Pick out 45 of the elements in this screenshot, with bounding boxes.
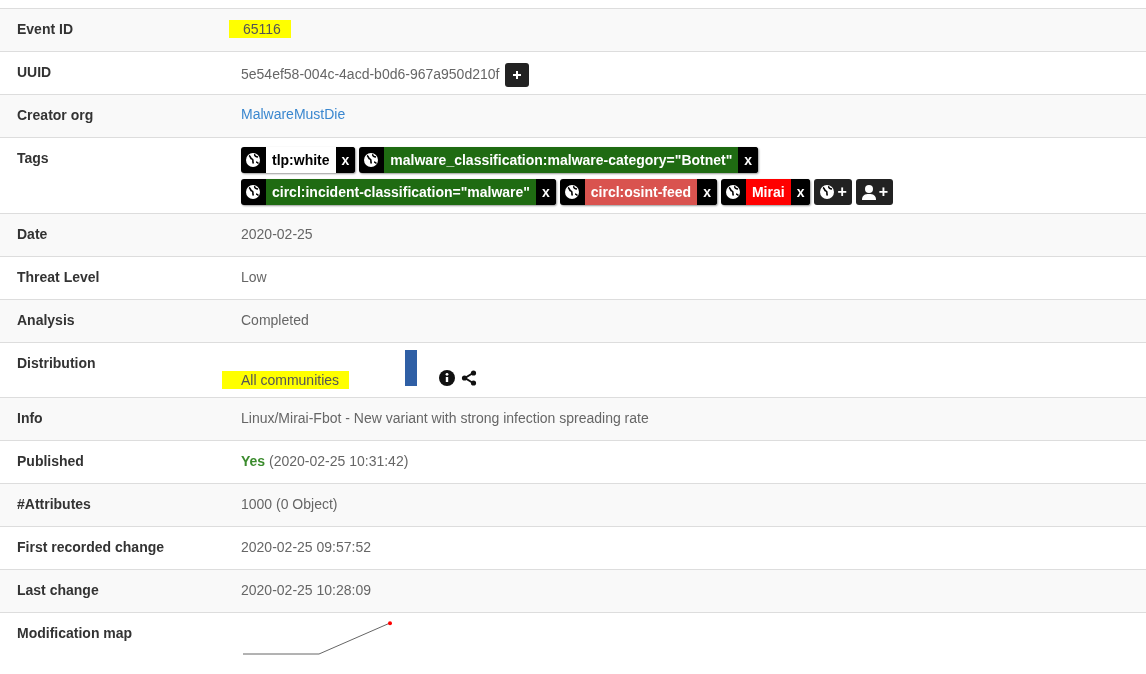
tag: circl:osint-feed x <box>559 179 717 205</box>
distribution-value: All communities <box>222 371 350 389</box>
info-icon[interactable] <box>439 370 456 386</box>
remove-tag-button[interactable]: x <box>335 147 356 173</box>
tag: Mirai x <box>720 179 811 205</box>
tag: tlp:white x <box>241 147 356 173</box>
share-icon[interactable] <box>461 370 478 386</box>
field-label: Last change <box>16 581 100 600</box>
tag: circl:incident-classification="malware" x <box>241 179 556 205</box>
field-value: 2020-02-25 <box>241 225 313 243</box>
field-label: Creator org <box>16 106 95 125</box>
remove-tag-button[interactable]: x <box>536 179 556 205</box>
field-label: Event ID <box>16 20 74 39</box>
field-value: Completed <box>241 311 309 329</box>
remove-tag-button[interactable]: x <box>790 179 811 205</box>
field-label: Date <box>16 225 49 244</box>
field-value: 65116 <box>229 20 291 38</box>
field-label: Threat Level <box>16 268 101 287</box>
field-label: Analysis <box>16 311 76 330</box>
add-user-tag-button[interactable]: + <box>855 179 894 205</box>
field-label: Tags <box>16 149 50 168</box>
user-icon <box>860 184 877 200</box>
plus-icon <box>512 70 523 80</box>
field-value: 2020-02-25 10:28:09 <box>241 581 371 599</box>
uuid-value: 5e54ef58-004c-4acd-b0d6-967a950d210f <box>241 64 500 83</box>
field-label: UUID <box>16 63 53 82</box>
field-label: Modification map <box>16 624 134 643</box>
field-label: Info <box>16 409 44 428</box>
field-value: Low <box>241 268 267 286</box>
field-label: First recorded change <box>16 538 166 557</box>
expand-button[interactable] <box>505 63 530 87</box>
field-label: Published <box>16 452 85 471</box>
field-value: Linux/Mirai-Fbot - New variant with strong infection spreading rate <box>241 409 649 427</box>
remove-tag-button[interactable]: x <box>738 147 759 173</box>
remove-tag-button[interactable]: x <box>697 179 717 205</box>
published-value: Yes (2020-02-25 10:31:42) <box>241 452 409 470</box>
globe-icon <box>819 184 836 200</box>
field-value: 1000 (0 Object) <box>241 495 338 513</box>
distribution-graph <box>405 350 418 386</box>
field-value: 2020-02-25 09:57:52 <box>241 538 371 556</box>
field-label: #Attributes <box>16 495 92 514</box>
add-tag-button[interactable]: + <box>814 179 852 205</box>
org-link[interactable]: MalwareMustDie <box>241 106 346 122</box>
field-label: Distribution <box>16 354 97 373</box>
tag: malware_classification:malware-category="Botnet" x <box>359 147 759 173</box>
